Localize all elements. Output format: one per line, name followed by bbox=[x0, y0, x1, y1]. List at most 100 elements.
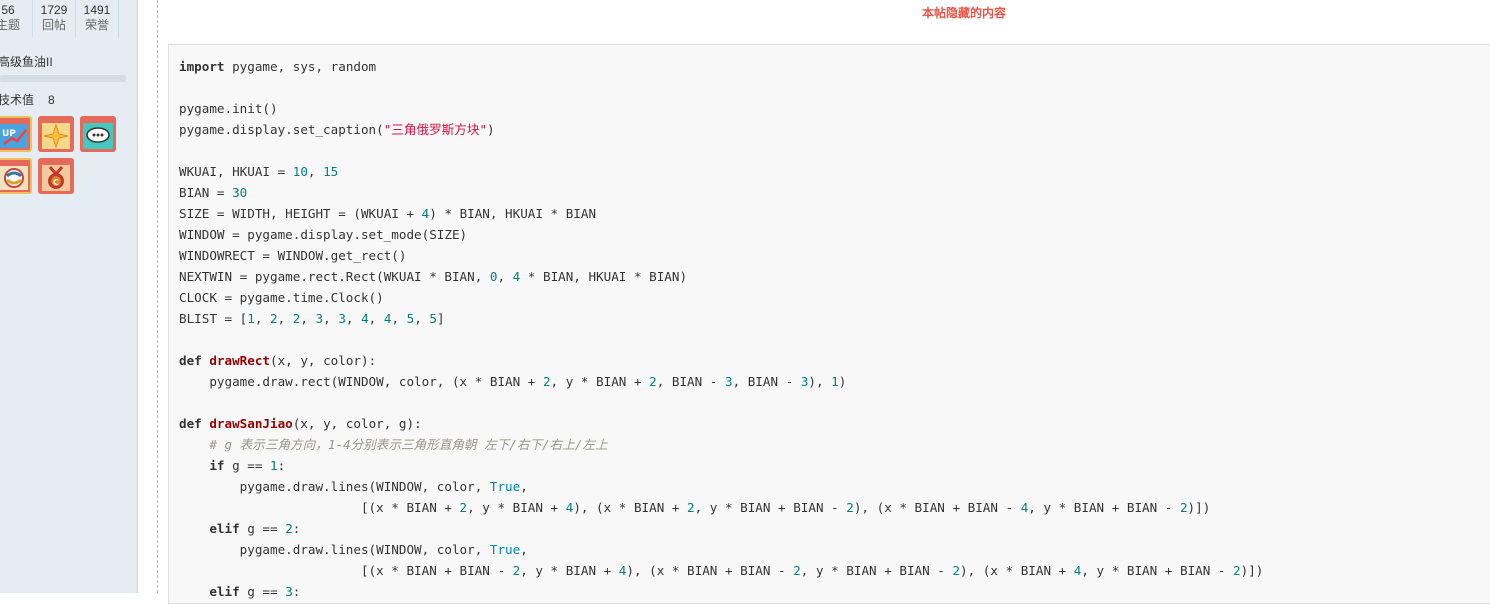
code-line: elif g == 3: bbox=[179, 581, 1263, 602]
stat-replies[interactable]: 1729 回帖 bbox=[33, 0, 76, 38]
code-token: NEXTWIN = pygame.rect.Rect(WKUAI * BIAN, bbox=[179, 269, 490, 284]
stat-threads[interactable]: 56 主题 bbox=[0, 0, 33, 38]
code-token: , bbox=[254, 311, 271, 326]
code-token: 30 bbox=[232, 185, 248, 200]
code-content[interactable]: import pygame, sys, random pygame.init() p… bbox=[179, 56, 1263, 602]
code-token: pygame.draw.rect(WINDOW, color, (x * BIA… bbox=[179, 374, 543, 389]
code-token: BLIST = [ bbox=[179, 311, 248, 326]
code-token: ] bbox=[436, 311, 445, 326]
code-token: ) * BIAN, HKUAI * BIAN bbox=[429, 206, 597, 221]
code-token: , BIAN - bbox=[656, 374, 725, 389]
code-token: (x, y, color, g): bbox=[292, 416, 422, 431]
code-line: def drawSanJiao(x, y, color, g): bbox=[179, 413, 1263, 434]
code-token: def bbox=[179, 353, 202, 368]
code-token: drawSanJiao bbox=[209, 416, 293, 431]
code-line: SIZE = WIDTH, HEIGHT = (WKUAI + 4) * BIA… bbox=[179, 203, 1263, 224]
code-line: [(x * BIAN + BIAN - 2, y * BIAN + 4), (x… bbox=[179, 560, 1263, 581]
code-token: , y * BIAN + BIAN - bbox=[800, 563, 953, 578]
code-token: 2 bbox=[285, 521, 293, 536]
stat-threads-label: 主题 bbox=[0, 18, 20, 32]
code-token: WINDOWRECT = WINDOW.get_rect() bbox=[179, 248, 407, 263]
code-line: import pygame, sys, random bbox=[179, 56, 1263, 77]
rank-progress-bar bbox=[0, 75, 126, 82]
stat-honor[interactable]: 1491 荣誉 bbox=[76, 0, 119, 38]
code-line: NEXTWIN = pygame.rect.Rect(WKUAI * BIAN,… bbox=[179, 266, 1263, 287]
code-token: ), (x * BIAN + bbox=[960, 563, 1074, 578]
code-token: drawRect bbox=[209, 353, 271, 368]
chat-bubble-medal-icon[interactable] bbox=[80, 116, 116, 152]
code-token: , bbox=[300, 311, 316, 326]
tech-value: 8 bbox=[48, 93, 55, 107]
sparkle-medal-icon[interactable] bbox=[38, 116, 74, 152]
code-token: 1 bbox=[247, 311, 255, 326]
code-token: , y * BIAN + BIAN - bbox=[1081, 563, 1234, 578]
code-line: CLOCK = pygame.time.Clock() bbox=[179, 287, 1263, 308]
code-token: 1 bbox=[270, 458, 278, 473]
user-rank: 高级鱼油II bbox=[0, 55, 53, 69]
code-token: 2 bbox=[846, 500, 854, 515]
code-token: : bbox=[292, 521, 301, 536]
python-medal-icon bbox=[0, 166, 28, 190]
code-token: , y * BIAN + BIAN - bbox=[1028, 500, 1180, 515]
post-divider bbox=[157, 0, 158, 593]
up-arrow-medal-icon[interactable]: UP bbox=[0, 116, 32, 152]
code-token: True bbox=[489, 542, 521, 557]
code-token: )]) bbox=[1240, 563, 1264, 578]
stat-replies-label: 回帖 bbox=[41, 18, 66, 32]
code-token: )]) bbox=[1187, 500, 1211, 515]
hidden-content-notice: 本帖隐藏的内容 bbox=[922, 6, 1007, 20]
code-line: WKUAI, HKUAI = 10, 15 bbox=[179, 161, 1263, 182]
code-line: pygame.draw.rect(WINDOW, color, (x * BIA… bbox=[179, 371, 1263, 392]
sparkle-medal-icon bbox=[42, 123, 70, 149]
code-token: 3 bbox=[338, 311, 346, 326]
code-token: 2 bbox=[1233, 563, 1241, 578]
code-token: , bbox=[497, 269, 513, 284]
code-token: 3 bbox=[315, 311, 324, 326]
code-token: , bbox=[277, 311, 293, 326]
code-token: g == bbox=[239, 521, 286, 536]
python-medal-icon[interactable] bbox=[0, 158, 32, 194]
c-medal-icon[interactable]: C bbox=[38, 158, 74, 194]
stat-replies-value: 1729 bbox=[40, 3, 68, 17]
code-token: : bbox=[277, 458, 286, 473]
code-token: "三角俄罗斯方块" bbox=[383, 122, 488, 137]
svg-text:C: C bbox=[53, 178, 59, 187]
stat-threads-value: 56 bbox=[1, 3, 15, 17]
code-token: 2 bbox=[459, 500, 468, 515]
code-token: , y * BIAN + BIAN - bbox=[694, 500, 847, 515]
code-token: 10 bbox=[292, 164, 308, 179]
code-token: import bbox=[179, 59, 225, 74]
tech-value-row: 技术值 8 bbox=[0, 91, 55, 108]
code-token: (x, y, color): bbox=[270, 353, 377, 368]
code-line: pygame.display.set_caption("三角俄罗斯方块") bbox=[179, 119, 1263, 140]
code-token: 2 bbox=[952, 563, 961, 578]
code-block[interactable]: import pygame, sys, random pygame.init() p… bbox=[168, 44, 1490, 604]
code-token: , bbox=[323, 311, 339, 326]
code-line: BLIST = [1, 2, 2, 3, 3, 4, 4, 5, 5] bbox=[179, 308, 1263, 329]
code-token: 2 bbox=[687, 500, 695, 515]
code-token: , BIAN - bbox=[732, 374, 801, 389]
code-line: [(x * BIAN + 2, y * BIAN + 4), (x * BIAN… bbox=[179, 497, 1263, 518]
code-token: pygame.draw.lines(WINDOW, color, bbox=[179, 542, 490, 557]
code-token: pygame.display.set_caption( bbox=[179, 122, 384, 137]
code-token: pygame.init() bbox=[179, 101, 278, 116]
code-token: , y * BIAN + bbox=[550, 374, 650, 389]
code-token: 2 bbox=[793, 563, 801, 578]
code-line: pygame.draw.lines(WINDOW, color, True, bbox=[179, 476, 1263, 497]
stat-honor-label: 荣誉 bbox=[84, 18, 109, 32]
code-token: 1 bbox=[831, 374, 839, 389]
code-token: 2 bbox=[542, 374, 551, 389]
code-line: if g == 1: bbox=[179, 455, 1263, 476]
code-token: 3 bbox=[285, 584, 293, 599]
code-token: WKUAI, HKUAI = bbox=[179, 164, 293, 179]
code-token: , y * BIAN + bbox=[467, 500, 566, 515]
author-stats: 56 主题 1729 回帖 1491 荣誉 bbox=[0, 0, 126, 40]
code-token: g == bbox=[224, 458, 271, 473]
code-token: ), (x * BIAN + BIAN - bbox=[853, 500, 1021, 515]
code-token: # g 表示三角方向，1-4分别表示三角形直角朝 左下/右下/右上/左上 bbox=[209, 437, 608, 452]
